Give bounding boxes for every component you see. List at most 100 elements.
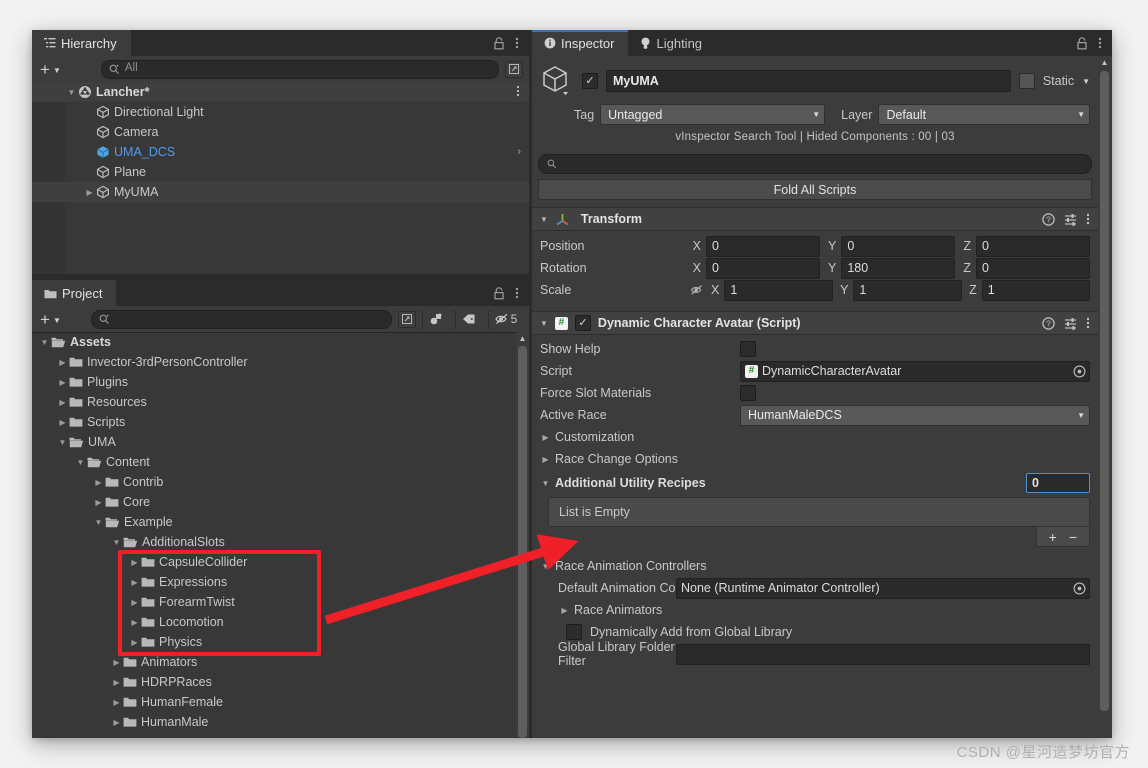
- hierarchy-search-expand-button[interactable]: [505, 60, 523, 78]
- project-item-invector-3rdpersoncontroller[interactable]: ▶ Invector-3rdPersonController: [32, 352, 529, 372]
- chevron-right-icon[interactable]: ▶: [110, 678, 123, 687]
- object-enabled-checkbox[interactable]: ✓: [582, 73, 598, 89]
- global-library-folder-filter-input[interactable]: [676, 643, 1090, 665]
- transform-foldout-arrow-icon[interactable]: ▼: [540, 215, 548, 224]
- kebab-menu-icon[interactable]: [1086, 316, 1090, 330]
- script-object-field[interactable]: # DynamicCharacterAvatar: [740, 360, 1090, 382]
- project-add-button[interactable]: + ▼: [38, 311, 63, 328]
- project-item-additionalslots[interactable]: ▼ AdditionalSlots: [32, 532, 529, 552]
- project-item-core[interactable]: ▶ Core: [32, 492, 529, 512]
- transform-position-y-input[interactable]: 0: [841, 235, 956, 257]
- kebab-menu-icon[interactable]: [1086, 212, 1090, 226]
- hierarchy-item-plane[interactable]: Plane: [32, 162, 529, 182]
- tab-lighting[interactable]: Lighting: [628, 30, 717, 56]
- project-tree[interactable]: ▼ Assets ▶ Invector-3rdPersonController ▶ Plu…: [32, 332, 529, 738]
- transform-scale-x-input[interactable]: 1: [724, 279, 833, 301]
- utility-recipes-size-input[interactable]: 0: [1026, 473, 1090, 493]
- tag-dropdown[interactable]: Untagged ▼: [600, 104, 826, 125]
- chevron-down-icon[interactable]: ▼: [74, 458, 87, 467]
- prefab-open-chevron-icon[interactable]: ›: [517, 146, 521, 158]
- scroll-up-arrow-icon[interactable]: ▲: [1100, 58, 1109, 67]
- chevron-right-icon[interactable]: ▶: [110, 718, 123, 727]
- kebab-menu-icon[interactable]: [1098, 36, 1102, 50]
- chevron-right-icon[interactable]: ▶: [110, 698, 123, 707]
- transform-rotation-y-input[interactable]: 180: [841, 257, 956, 279]
- tab-project[interactable]: Project: [32, 280, 117, 306]
- hierarchy-tree[interactable]: ▼ Lancher* Directional Light Camera UMA_DCS ›…: [32, 82, 529, 274]
- project-scrollbar-thumb[interactable]: [518, 346, 527, 738]
- dynamically-add-checkbox[interactable]: [566, 624, 582, 640]
- static-checkbox[interactable]: [1018, 73, 1035, 89]
- project-item-plugins[interactable]: ▶ Plugins: [32, 372, 529, 392]
- project-search-expand-button[interactable]: [398, 310, 416, 328]
- race-animation-controllers-foldout[interactable]: ▼ Race Animation Controllers: [540, 555, 1090, 577]
- project-item-content[interactable]: ▼ Content: [32, 452, 529, 472]
- kebab-menu-icon[interactable]: [516, 85, 520, 100]
- preset-icon[interactable]: [1064, 213, 1077, 226]
- chevron-right-icon[interactable]: ▶: [110, 658, 123, 667]
- layer-dropdown[interactable]: Default ▼: [878, 104, 1090, 125]
- show-help-checkbox[interactable]: [740, 341, 756, 357]
- project-item-hdrpraces[interactable]: ▶ HDRPRaces: [32, 672, 529, 692]
- additional-utility-recipes-foldout[interactable]: ▼ Additional Utility Recipes 0: [540, 472, 1090, 494]
- project-scrollbar[interactable]: ▲: [516, 332, 529, 738]
- default-animation-controller-field[interactable]: None (Runtime Animator Controller): [676, 577, 1090, 599]
- hidden-toggle-icon[interactable]: 5: [488, 309, 523, 329]
- hierarchy-item-camera[interactable]: Camera: [32, 122, 529, 142]
- race-animators-foldout[interactable]: ▶ Race Animators: [540, 599, 1090, 621]
- chevron-right-icon[interactable]: ▶: [56, 378, 69, 387]
- hierarchy-item-myuma[interactable]: ▶ MyUMA: [32, 182, 529, 202]
- transform-rotation-x-input[interactable]: 0: [706, 257, 821, 279]
- chevron-down-icon[interactable]: ▼: [92, 518, 105, 527]
- object-picker-icon[interactable]: [1072, 581, 1086, 595]
- force-slot-materials-checkbox[interactable]: [740, 385, 756, 401]
- chevron-down-icon[interactable]: ▼: [65, 88, 78, 97]
- project-item-example[interactable]: ▼ Example: [32, 512, 529, 532]
- project-item-humanfemale[interactable]: ▶ HumanFemale: [32, 692, 529, 712]
- static-dropdown-caret-icon[interactable]: ▼: [1082, 77, 1090, 86]
- fold-all-scripts-button[interactable]: Fold All Scripts: [538, 179, 1092, 200]
- race-change-options-foldout[interactable]: ▶ Race Change Options: [540, 448, 1090, 470]
- hierarchy-add-button[interactable]: + ▼: [38, 61, 63, 78]
- transform-position-z-input[interactable]: 0: [976, 235, 1090, 257]
- lock-icon[interactable]: [493, 286, 505, 300]
- transform-rotation-z-input[interactable]: 0: [976, 257, 1090, 279]
- project-item-assets[interactable]: ▼ Assets: [32, 332, 529, 352]
- chevron-right-icon[interactable]: ▶: [83, 188, 96, 197]
- chevron-down-icon[interactable]: ▼: [38, 338, 51, 347]
- inspector-scrollbar-thumb[interactable]: [1100, 71, 1109, 711]
- utility-recipes-remove-button[interactable]: −: [1069, 530, 1077, 544]
- transform-scale-z-input[interactable]: 1: [981, 279, 1090, 301]
- inspector-search-input[interactable]: [538, 154, 1092, 174]
- dca-enabled-checkbox[interactable]: ✓: [574, 315, 591, 331]
- kebab-menu-icon[interactable]: [515, 286, 519, 300]
- hierarchy-search-input[interactable]: All: [100, 59, 499, 79]
- customization-foldout[interactable]: ▶ Customization: [540, 426, 1090, 448]
- chevron-right-icon[interactable]: ▶: [92, 498, 105, 507]
- chevron-right-icon[interactable]: ▶: [56, 398, 69, 407]
- scroll-up-arrow-icon[interactable]: ▲: [518, 334, 527, 343]
- scale-constrain-off-icon[interactable]: [690, 284, 705, 296]
- chevron-right-icon[interactable]: ▶: [56, 418, 69, 427]
- transform-scale-y-input[interactable]: 1: [853, 279, 962, 301]
- project-item-resources[interactable]: ▶ Resources: [32, 392, 529, 412]
- hierarchy-item-uma-dcs[interactable]: UMA_DCS ›: [32, 142, 529, 162]
- lock-icon[interactable]: [1076, 36, 1088, 50]
- chevron-down-icon[interactable]: ▼: [110, 538, 123, 547]
- help-icon[interactable]: ?: [1042, 212, 1055, 226]
- project-item-humanmale[interactable]: ▶ HumanMale: [32, 712, 529, 732]
- project-search-input[interactable]: [90, 309, 392, 329]
- tab-inspector[interactable]: Inspector: [532, 30, 629, 56]
- project-item-uma[interactable]: ▼ UMA: [32, 432, 529, 452]
- transform-component-header[interactable]: ▼ Transform ?: [532, 207, 1098, 231]
- chevron-down-icon[interactable]: ▼: [56, 438, 69, 447]
- project-item-scripts[interactable]: ▶ Scripts: [32, 412, 529, 432]
- utility-recipes-add-button[interactable]: +: [1049, 530, 1057, 544]
- transform-position-x-input[interactable]: 0: [706, 235, 821, 257]
- dca-foldout-arrow-icon[interactable]: ▼: [540, 319, 548, 328]
- save-search-icon[interactable]: [422, 309, 449, 329]
- utility-recipes-empty-box[interactable]: List is Empty: [548, 497, 1090, 527]
- dca-component-header[interactable]: ▼ # ✓ Dynamic Character Avatar (Script) …: [532, 311, 1098, 335]
- kebab-menu-icon[interactable]: [515, 36, 519, 50]
- active-race-dropdown[interactable]: HumanMaleDCS ▼: [740, 404, 1090, 426]
